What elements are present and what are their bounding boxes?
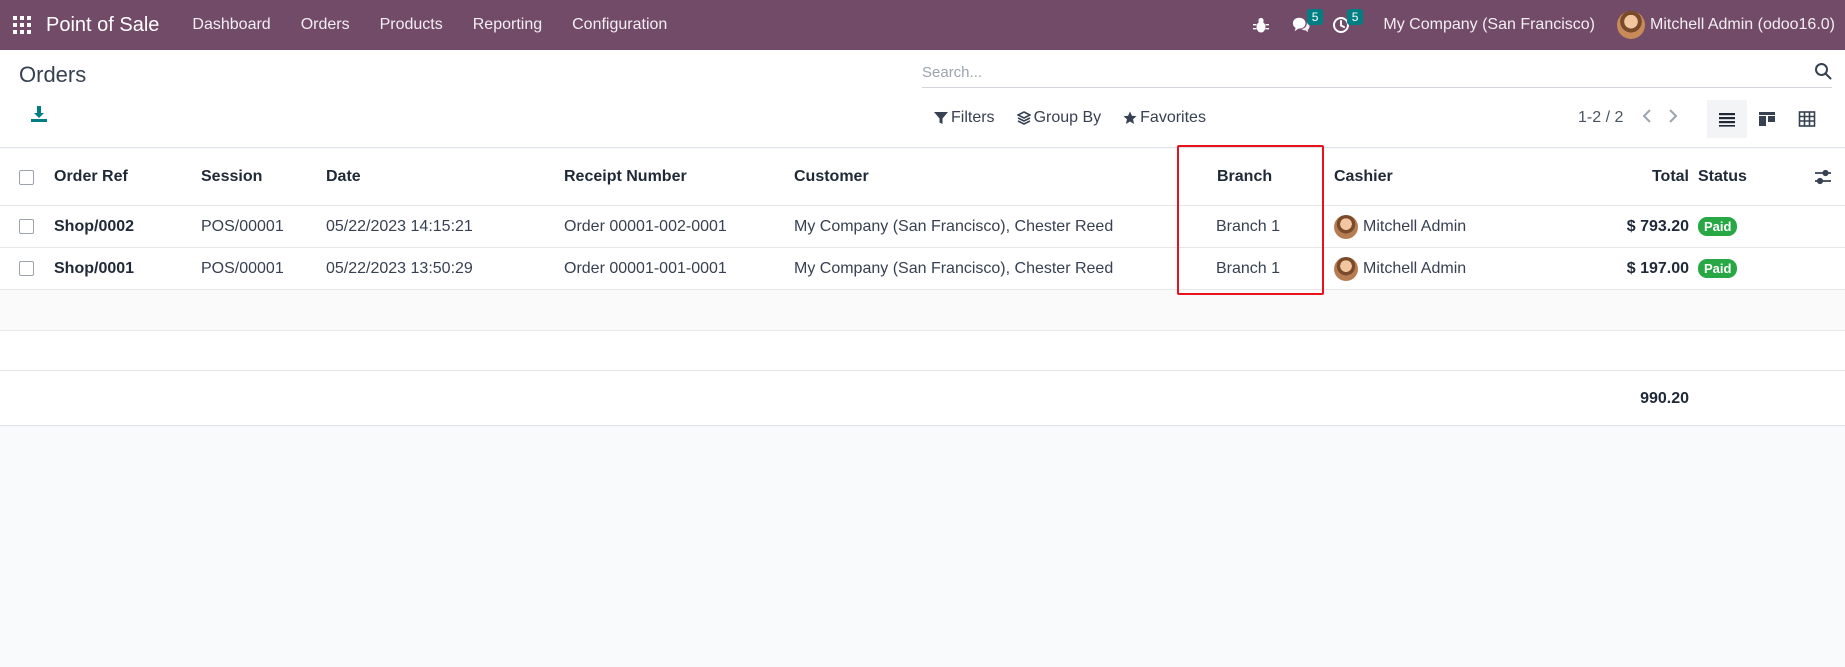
company-switcher[interactable]: My Company (San Francisco) <box>1383 16 1595 34</box>
list-view-button[interactable] <box>1707 100 1747 138</box>
date-cell: 05/22/2023 14:15:21 <box>326 217 473 235</box>
column-header-session[interactable]: Session <box>201 149 262 205</box>
sliders-icon <box>1815 169 1831 185</box>
pager-previous-icon[interactable] <box>1640 107 1656 125</box>
cashier-name: Mitchell Admin <box>1363 217 1467 235</box>
select-all-checkbox[interactable] <box>19 169 34 185</box>
table-row[interactable]: Shop/0002 POS/00001 05/22/2023 14:15:21 … <box>0 206 1845 248</box>
session-cell: POS/00001 <box>201 217 284 235</box>
nav-item-products[interactable]: Products <box>365 0 458 50</box>
messages-chat-icon[interactable]: 5 <box>1285 0 1324 50</box>
cashier-cell: Mitchell Admin <box>1334 248 1466 289</box>
control-panel: Orders Filters Group By Favorites 1-2 / <box>0 50 1845 148</box>
column-header-date[interactable]: Date <box>326 149 361 205</box>
cashier-name: Mitchell Admin <box>1363 259 1467 277</box>
filters-button[interactable]: Filters <box>934 109 995 127</box>
app-name[interactable]: Point of Sale <box>46 14 159 37</box>
user-menu[interactable]: Mitchell Admin (odoo16.0) <box>1617 11 1835 39</box>
column-header-cashier[interactable]: Cashier <box>1334 149 1393 205</box>
activities-count-badge: 5 <box>1346 9 1364 25</box>
filters-label: Filters <box>951 109 995 126</box>
column-header-receipt-number[interactable]: Receipt Number <box>564 149 687 205</box>
branch-cell: Branch 1 <box>1216 259 1281 277</box>
search-bar <box>922 58 1832 88</box>
order-ref-cell: Shop/0001 <box>54 259 135 277</box>
layers-icon <box>1016 111 1031 125</box>
orders-list: Order Ref Session Date Receipt Number Cu… <box>0 149 1845 426</box>
debug-bug-icon[interactable] <box>1245 0 1277 50</box>
star-icon <box>1123 111 1137 124</box>
search-input[interactable] <box>922 58 1792 86</box>
favorites-button[interactable]: Favorites <box>1123 109 1206 127</box>
table-header: Order Ref Session Date Receipt Number Cu… <box>0 149 1845 206</box>
customer-cell: My Company (San Francisco), Chester Reed <box>794 259 1114 277</box>
total-cell: $ 793.20 <box>1626 217 1689 235</box>
pager-value[interactable]: 1-2 / 2 <box>1578 109 1623 127</box>
messages-count-badge: 5 <box>1306 9 1324 25</box>
group-by-label: Group By <box>1033 109 1102 126</box>
apps-menu-icon[interactable] <box>0 0 44 50</box>
nav-item-reporting[interactable]: Reporting <box>458 0 557 50</box>
receipt-number-cell: Order 00001-001-0001 <box>564 259 727 277</box>
user-avatar <box>1617 11 1646 39</box>
search-icon[interactable] <box>1814 62 1832 80</box>
kanban-view-icon <box>1759 112 1775 126</box>
favorites-label: Favorites <box>1140 109 1206 126</box>
status-badge: Paid <box>1698 259 1738 278</box>
status-badge: Paid <box>1698 217 1738 236</box>
customer-cell: My Company (San Francisco), Chester Reed <box>794 217 1114 235</box>
cashier-avatar <box>1334 214 1358 239</box>
cashier-cell: Mitchell Admin <box>1334 206 1466 247</box>
pivot-view-button[interactable] <box>1787 100 1827 138</box>
empty-row <box>0 331 1845 371</box>
branch-cell: Branch 1 <box>1216 217 1281 235</box>
empty-row <box>0 290 1845 331</box>
row-checkbox[interactable] <box>19 219 34 234</box>
table-footer: 990.20 <box>0 371 1845 426</box>
order-ref-cell: Shop/0002 <box>54 217 135 235</box>
funnel-icon <box>934 112 948 124</box>
page-title[interactable]: Orders <box>19 62 86 88</box>
column-header-total[interactable]: Total <box>1620 149 1689 205</box>
activities-clock-icon[interactable]: 5 <box>1325 0 1364 50</box>
list-view-icon <box>1719 113 1735 127</box>
top-navbar: Point of Sale Dashboard Orders Products … <box>0 0 1845 50</box>
date-cell: 05/22/2023 13:50:29 <box>326 259 473 277</box>
cashier-avatar <box>1334 256 1358 281</box>
table-grid-icon <box>1798 111 1816 127</box>
nav-item-orders[interactable]: Orders <box>286 0 365 50</box>
column-header-customer[interactable]: Customer <box>794 149 869 205</box>
kanban-view-button[interactable] <box>1747 100 1787 138</box>
column-header-order-ref[interactable]: Order Ref <box>54 149 128 205</box>
download-icon[interactable] <box>29 104 49 124</box>
session-cell: POS/00001 <box>201 259 284 277</box>
group-by-button[interactable]: Group By <box>1016 109 1102 127</box>
receipt-number-cell: Order 00001-002-0001 <box>564 217 727 235</box>
column-header-branch[interactable]: Branch <box>1217 149 1272 205</box>
nav-item-dashboard[interactable]: Dashboard <box>177 0 285 50</box>
table-row[interactable]: Shop/0001 POS/00001 05/22/2023 13:50:29 … <box>0 248 1845 290</box>
total-cell: $ 197.00 <box>1626 259 1689 277</box>
pager-next-icon[interactable] <box>1664 107 1680 125</box>
nav-item-configuration[interactable]: Configuration <box>557 0 682 50</box>
sum-total: 990.20 <box>1640 389 1689 407</box>
column-header-status[interactable]: Status <box>1698 149 1747 205</box>
search-options: Filters Group By Favorites <box>934 109 1228 127</box>
optional-columns-toggle[interactable] <box>1814 149 1832 205</box>
user-name: Mitchell Admin (odoo16.0) <box>1650 16 1835 33</box>
row-checkbox[interactable] <box>19 261 34 276</box>
